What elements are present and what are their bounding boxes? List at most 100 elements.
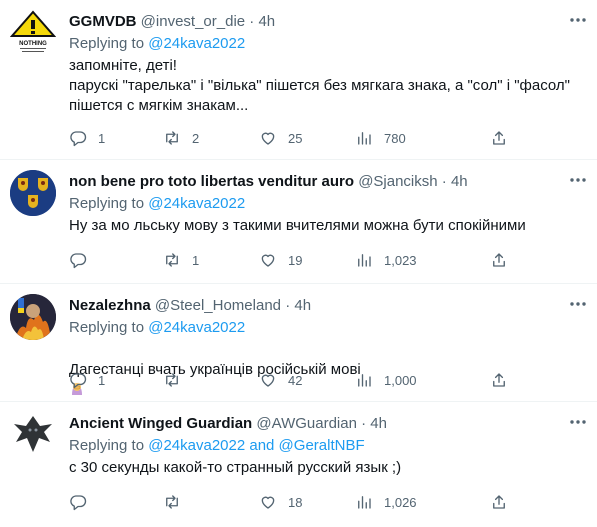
replying-prefix: Replying to [69,35,145,52]
tweet[interactable]: non bene pro toto libertas venditur auro… [0,160,597,284]
analytics-icon [358,496,371,509]
tweet[interactable]: NOTHING GGMVDB @invest_or_die · 4h Reply… [0,0,597,160]
retweet-button[interactable] [163,369,192,391]
replying-prefix: Replying to [69,437,145,454]
retweet-icon [166,495,178,509]
like-count: 42 [288,372,303,388]
tweet-text: Ну за мо льську мову з такими вчителями … [69,217,526,234]
timestamp[interactable]: 4h [370,415,387,432]
separator-dot: · [285,297,291,314]
coat-of-arms-icon [10,170,56,216]
more-options-icon[interactable] [567,170,589,190]
tweet[interactable]: Ancient Winged Guardian @AWGuardian · 4h… [0,402,597,527]
avatar[interactable] [10,294,56,340]
display-name[interactable]: GGMVDB [69,13,137,30]
timestamp[interactable]: 4h [451,173,468,190]
dragon-icon [14,416,52,452]
like-count: 19 [288,252,303,268]
share-button[interactable] [490,491,508,513]
retweet-button[interactable] [163,491,192,513]
more-options-icon[interactable] [567,294,589,314]
share-icon [493,495,505,509]
like-count: 25 [288,130,303,146]
views-button[interactable]: 1,023 [355,249,417,271]
reply-icon [70,131,87,147]
heart-icon [261,496,275,509]
tweet-actions: 1 19 1,023 [69,249,509,271]
replying-to: Replying to @24kava2022 and @GeraltNBF [69,436,583,456]
reply-button[interactable] [69,249,98,271]
reply-icon [70,495,87,511]
display-name[interactable]: non bene pro toto libertas venditur auro [69,173,354,190]
share-icon [493,373,505,387]
more-options-icon[interactable] [567,10,589,30]
mention-link[interactable]: @24kava2022 [148,195,245,212]
views-button[interactable]: 1,000 [355,369,417,391]
separator-dot: · [249,13,255,30]
retweet-button[interactable]: 1 [163,249,199,271]
view-count: 780 [384,130,406,146]
views-button[interactable]: 780 [355,127,406,149]
nothing-warning-sign-icon: NOTHING [10,10,56,52]
views-button[interactable]: 1,026 [355,491,417,513]
like-count: 18 [288,494,303,510]
timestamp[interactable]: 4h [258,13,275,30]
more-options-icon[interactable] [567,412,589,432]
user-handle[interactable]: @Steel_Homeland [155,297,281,314]
user-handle[interactable]: @invest_or_die [141,13,245,30]
tweet-actions: 18 1,026 [69,491,509,513]
view-count: 1,000 [384,372,417,388]
replying-to: Replying to @24kava2022 [69,34,583,54]
tweet-text: с 30 секунды какой-то странный русский я… [69,459,402,476]
view-count: 1,023 [384,252,417,268]
like-button[interactable]: 19 [259,249,302,271]
retweet-button[interactable]: 2 [163,127,199,149]
reply-button[interactable] [69,491,98,513]
analytics-icon [358,254,371,267]
like-button[interactable]: 25 [259,127,302,149]
timestamp[interactable]: 4h [294,297,311,314]
fire-portrait-icon [10,294,56,340]
avatar-text: NOTHING [19,41,47,47]
tweet-header: GGMVDB @invest_or_die · 4h [69,12,583,32]
avatar[interactable]: NOTHING [10,10,56,56]
tweet-text: запомніте, деті! парускі "тарелька" і "в… [69,57,570,114]
retweet-count: 1 [192,252,200,268]
heart-icon [261,254,275,267]
like-button[interactable]: 42 [259,369,302,391]
share-button[interactable] [490,369,508,391]
retweet-icon [166,373,178,387]
heart-icon [261,132,275,145]
separator-dot: · [441,173,447,190]
tweet-actions: 1 2 25 780 [69,127,509,149]
retweet-icon [166,253,178,267]
heart-icon [261,374,275,387]
separator-dot: · [361,415,367,432]
display-name[interactable]: Nezalezhna [69,297,151,314]
user-handle[interactable]: @Sjanciksh [358,173,437,190]
mention-link[interactable]: @24kava2022 [148,35,245,52]
tweet-header: Ancient Winged Guardian @AWGuardian · 4h [69,414,583,434]
retweet-count: 2 [192,130,200,146]
reply-icon [70,253,87,269]
share-button[interactable] [490,127,508,149]
tweet-actions: 1 42 1,000 [69,369,509,391]
analytics-icon [358,374,371,387]
user-handle[interactable]: @AWGuardian [256,415,357,432]
reply-count: 1 [98,130,106,146]
share-button[interactable] [490,249,508,271]
replying-prefix: Replying to [69,319,145,336]
reply-button[interactable]: 1 [69,127,105,149]
like-button[interactable]: 18 [259,491,302,513]
mention-link[interactable]: @24kava2022 [148,319,245,336]
tweet-feed: NOTHING GGMVDB @invest_or_die · 4h Reply… [0,0,597,527]
display-name[interactable]: Ancient Winged Guardian [69,415,252,432]
avatar[interactable] [10,412,56,458]
replying-to: Replying to @24kava2022 [69,194,583,214]
tweet[interactable]: Nezalezhna @Steel_Homeland · 4h Replying… [0,284,597,402]
reply-count: 1 [98,372,106,388]
reply-button[interactable]: 1 [69,369,105,391]
share-icon [493,131,505,145]
mention-link[interactable]: @24kava2022 and @GeraltNBF [148,437,364,454]
avatar[interactable] [10,170,56,216]
